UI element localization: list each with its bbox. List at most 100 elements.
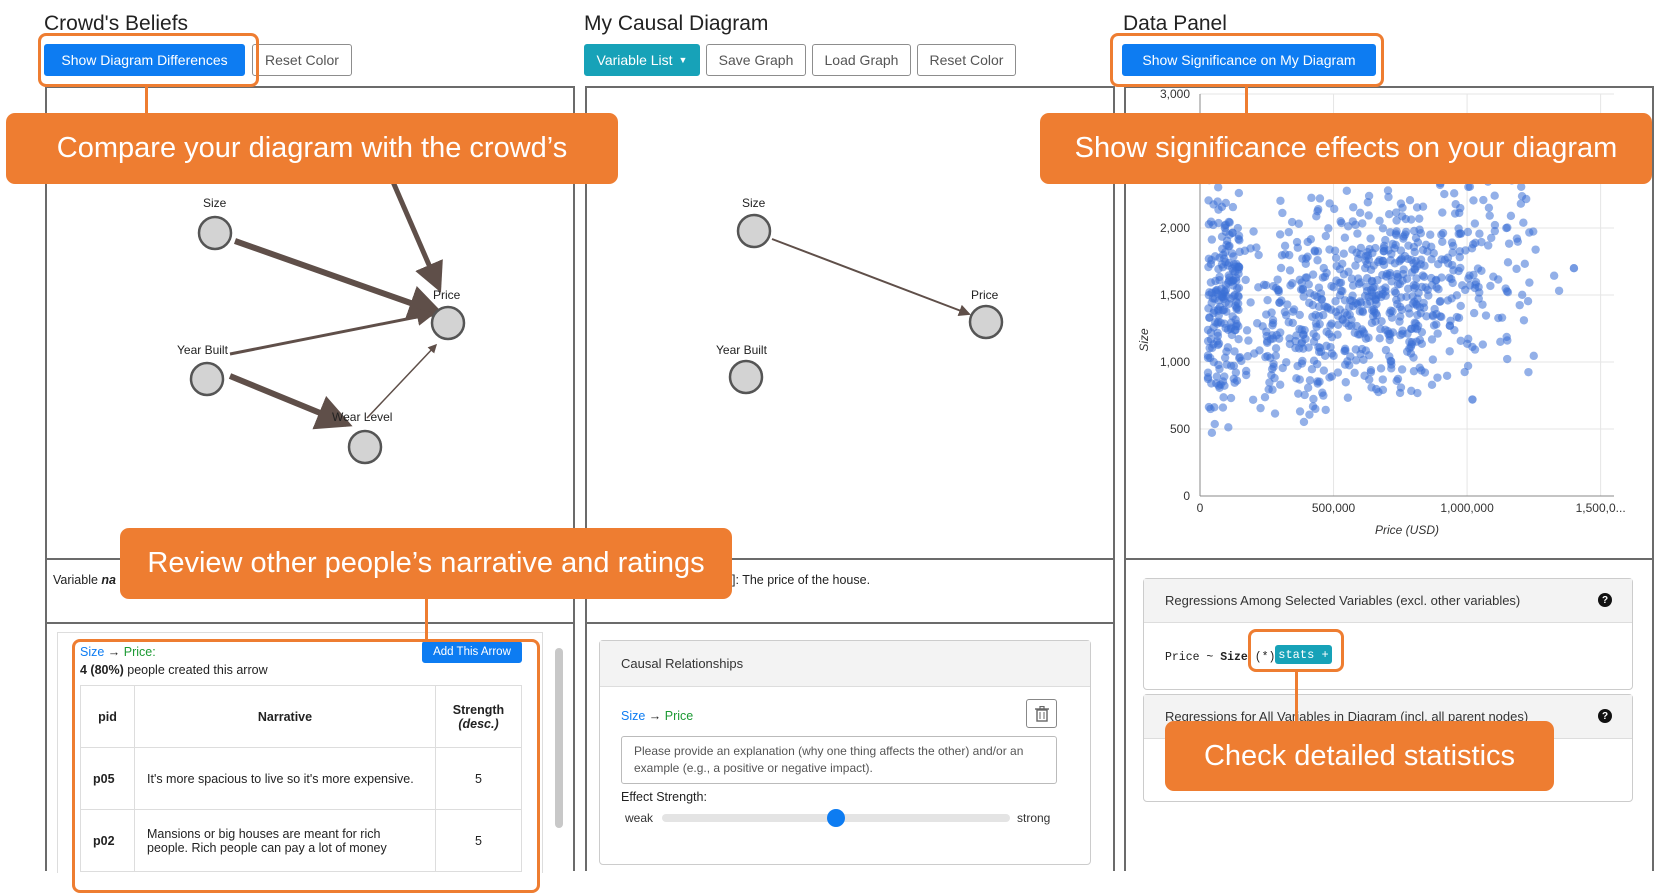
scatter-point: [1406, 342, 1416, 352]
scatter-point: [1524, 367, 1533, 377]
scatter-point: [1515, 300, 1524, 310]
caret-down-icon: ▼: [678, 55, 688, 65]
x-axis-label: Price (USD): [1375, 523, 1439, 537]
scatter-point: [1321, 231, 1331, 241]
scatter-point: [1512, 264, 1521, 274]
scatter-point: [1355, 307, 1365, 316]
scatter-point: [1525, 278, 1534, 287]
my-edge-size-price[interactable]: [771, 238, 971, 317]
my-node-size[interactable]: [736, 213, 772, 249]
node-label-size: Size: [203, 196, 227, 210]
narrative-scrollbar[interactable]: [555, 648, 563, 828]
slider-thumb[interactable]: [827, 809, 845, 827]
my-diagram[interactable]: Size Price Year Built: [587, 88, 1113, 558]
scatter-point: [1485, 211, 1494, 220]
scatter-point: [1438, 208, 1447, 217]
scatter-point: [1392, 295, 1401, 305]
scatter-point: [1214, 306, 1223, 315]
scatter-point: [1233, 223, 1243, 233]
scatter-point: [1341, 378, 1350, 387]
scatter-point: [1475, 229, 1484, 238]
regression-selected-card: Regressions Among Selected Variables (ex…: [1143, 578, 1633, 690]
scatter-point: [1463, 339, 1472, 349]
scatter-point: [1455, 252, 1464, 262]
my-node-year-built[interactable]: [728, 359, 764, 395]
edge-other-price[interactable]: [384, 167, 443, 293]
scatter-point: [1310, 247, 1320, 256]
scatter-point: [1280, 241, 1290, 251]
scatter-point: [1237, 356, 1246, 366]
scatter-point: [1429, 321, 1439, 330]
scatter-point: [1222, 307, 1231, 316]
scatter-point: [1330, 246, 1340, 255]
callout-review: Review other people’s narrative and rati…: [120, 528, 732, 599]
my-node-label-size: Size: [742, 196, 766, 210]
scatter-point: [1284, 227, 1293, 237]
scatter-point: [1215, 253, 1224, 263]
delete-relationship-button[interactable]: [1026, 699, 1057, 728]
weak-label: weak: [625, 811, 654, 825]
x-tick-label: 1,000,000: [1440, 501, 1494, 515]
scatter-point: [1213, 183, 1223, 192]
scatter-point: [1378, 270, 1387, 280]
load-graph-button[interactable]: Load Graph: [812, 44, 911, 76]
help-icon[interactable]: ?: [1598, 709, 1612, 723]
explanation-textarea[interactable]: Please provide an explanation (why one t…: [621, 736, 1057, 784]
scatter-point: [1313, 207, 1322, 216]
my-node-label-year: Year Built: [716, 343, 768, 357]
scatter-point: [1474, 294, 1483, 303]
scatter-point: [1321, 405, 1330, 415]
scatter-point: [1298, 254, 1307, 263]
scatter-point: [1529, 227, 1538, 236]
scatter-point: [1409, 366, 1419, 376]
scatter-point: [1469, 196, 1478, 205]
help-icon[interactable]: ?: [1598, 593, 1612, 607]
edge-year-wear[interactable]: [228, 373, 353, 430]
node-wear-level[interactable]: [347, 429, 383, 465]
node-size[interactable]: [197, 215, 233, 251]
scatter-point: [1378, 224, 1388, 233]
crowd-reset-color-button[interactable]: Reset Color: [252, 44, 352, 76]
callout-detail: Check detailed statistics: [1165, 721, 1554, 791]
scatter-point: [1242, 326, 1252, 335]
scatter-point: [1432, 275, 1441, 285]
highlight-diff-button: [38, 33, 259, 87]
scatter-point: [1364, 211, 1373, 220]
scatter-point: [1224, 423, 1233, 432]
scatter-point: [1387, 360, 1396, 369]
scatter-point: [1350, 368, 1359, 378]
scatter-point: [1306, 235, 1316, 244]
scatter-point: [1503, 223, 1512, 232]
my-node-price[interactable]: [968, 304, 1004, 340]
scatter-point: [1336, 278, 1346, 287]
edge-size-price[interactable]: [234, 238, 445, 320]
connector-line: [145, 87, 148, 113]
scatter-point: [1317, 295, 1327, 304]
edge-year-price[interactable]: [229, 308, 435, 356]
scatter-point: [1385, 335, 1394, 345]
node-price[interactable]: [430, 305, 466, 341]
highlight-narrative-table: [72, 639, 540, 893]
scatter-point: [1412, 274, 1421, 283]
node-label-year: Year Built: [177, 343, 229, 357]
highlight-significance-button: [1110, 33, 1384, 87]
scatter-point: [1375, 216, 1384, 226]
effect-strength-slider[interactable]: [662, 809, 1010, 827]
scatter-point: [1282, 358, 1291, 367]
scatter-point: [1397, 365, 1407, 374]
scatter-point: [1490, 191, 1499, 200]
x-tick-label: 0: [1197, 501, 1204, 515]
save-graph-button[interactable]: Save Graph: [706, 44, 806, 76]
scatter-point: [1261, 352, 1270, 362]
scatter-point: [1214, 264, 1223, 274]
variable-list-dropdown[interactable]: Variable List ▼: [584, 44, 700, 76]
mine-reset-color-button[interactable]: Reset Color: [917, 44, 1016, 76]
scatter-point: [1248, 395, 1258, 404]
scatter-point: [1231, 325, 1240, 335]
scatter-point: [1214, 360, 1223, 370]
scatter-point: [1413, 310, 1422, 320]
node-year-built[interactable]: [189, 361, 225, 397]
scatter-point: [1372, 384, 1381, 394]
edge-wear-price[interactable]: [366, 343, 438, 419]
scatter-point: [1218, 403, 1228, 412]
